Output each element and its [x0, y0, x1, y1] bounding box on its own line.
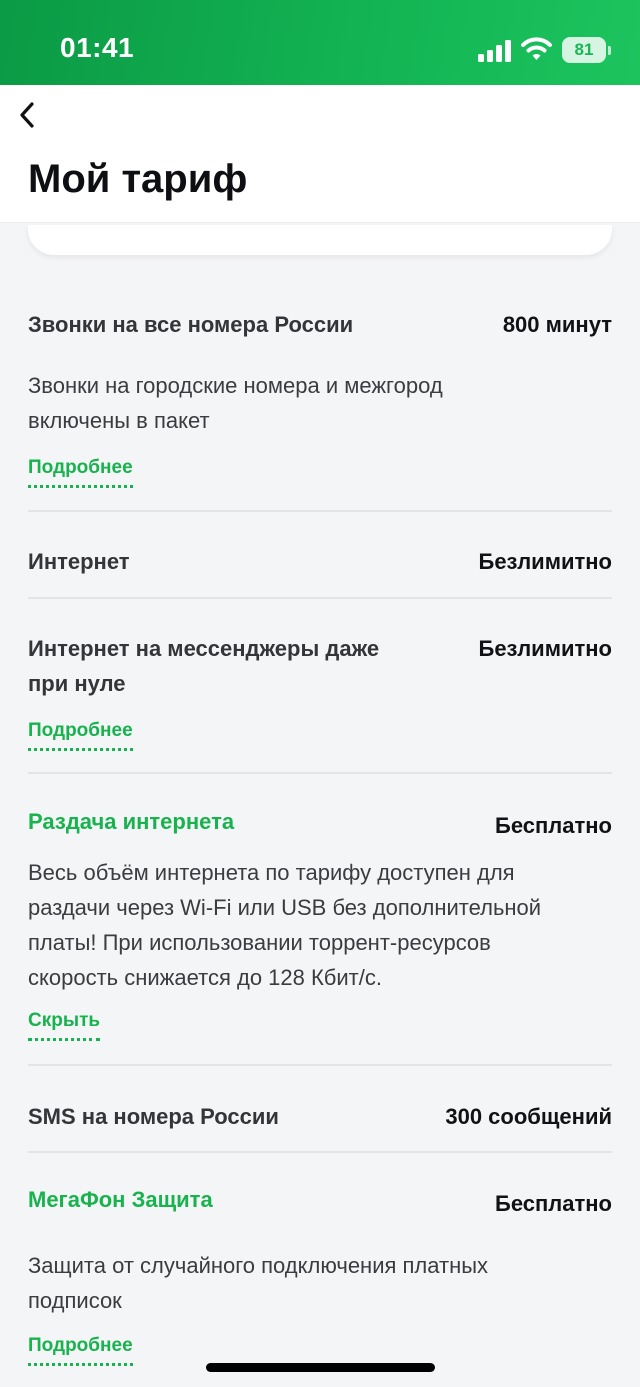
item-value: 800 минут	[502, 312, 612, 337]
item-title[interactable]: Раздача интернета	[28, 804, 234, 839]
summary-card-edge	[28, 225, 612, 255]
description-line: Звонки на городские номера и межгород	[28, 373, 443, 398]
header: Мой тариф	[0, 85, 640, 223]
chevron-left-icon[interactable]	[16, 99, 40, 131]
description-line: Защита от случайного подключения платных	[28, 1253, 489, 1278]
divider	[28, 597, 612, 599]
more-link[interactable]: Подробнее	[28, 1335, 133, 1366]
description-line: платы! При использовании торрент-ресурсо…	[28, 930, 491, 955]
item-value: 300 сообщений	[445, 1104, 612, 1129]
item-title: Звонки на все номера России	[28, 312, 354, 337]
divider	[28, 1064, 612, 1066]
item-value: Бесплатно	[495, 1191, 612, 1216]
wifi-icon	[521, 37, 552, 60]
description-line: подписок	[28, 1288, 122, 1313]
signal-icon	[478, 40, 511, 62]
description-line: Весь объём интернета по тарифу доступен …	[28, 860, 515, 885]
item-description: Весь объём интернета по тарифу доступен …	[28, 855, 541, 995]
page-title: Мой тариф	[28, 157, 248, 201]
divider	[28, 1151, 612, 1153]
item-value: Безлимитно	[478, 549, 613, 574]
home-indicator[interactable]	[206, 1363, 435, 1372]
tariff-item-tethering: Раздача интернета Бесплатно Весь объём и…	[28, 804, 612, 1049]
item-title: SMS на номера России	[28, 1104, 279, 1129]
divider	[28, 772, 612, 774]
title-line: Интернет на мессенджеры даже	[28, 636, 380, 661]
item-title: Интернет на мессенджеры даже при нуле	[28, 631, 379, 701]
tariff-item-sms: SMS на номера России 300 сообщений	[28, 1099, 612, 1139]
hide-link[interactable]: Скрыть	[28, 1010, 101, 1041]
status-time: 01:41	[60, 32, 135, 63]
item-value: Безлимитно	[478, 636, 613, 661]
more-link[interactable]: Подробнее	[28, 457, 133, 488]
tariff-item-internet: Интернет Безлимитно	[28, 544, 612, 584]
battery-level: 81	[574, 40, 594, 59]
status-bar: 01:41 81	[0, 0, 640, 85]
more-link[interactable]: Подробнее	[28, 720, 133, 751]
item-value: Бесплатно	[495, 813, 612, 838]
tariff-item-messengers: Интернет на мессенджеры даже при нуле Бе…	[28, 631, 612, 756]
item-description: Защита от случайного подключения платных…	[28, 1248, 488, 1318]
description-line: включены в пакет	[28, 408, 210, 433]
divider	[28, 510, 612, 512]
item-title[interactable]: МегаФон Защита	[28, 1182, 213, 1217]
title-line: при нуле	[28, 671, 126, 696]
tariff-item-protection: МегаФон Защита Бесплатно Защита от случа…	[28, 1182, 612, 1372]
item-description: Звонки на городские номера и межгород вк…	[28, 368, 443, 438]
tariff-item-calls: Звонки на все номера России 800 минут Зв…	[28, 307, 612, 492]
battery-charging-icon: 81	[562, 37, 611, 63]
description-line: раздачи через Wi-Fi или USB без дополнит…	[28, 895, 542, 920]
description-line: скорость снижается до 128 Кбит/с.	[28, 965, 382, 990]
item-title: Интернет	[28, 549, 130, 574]
